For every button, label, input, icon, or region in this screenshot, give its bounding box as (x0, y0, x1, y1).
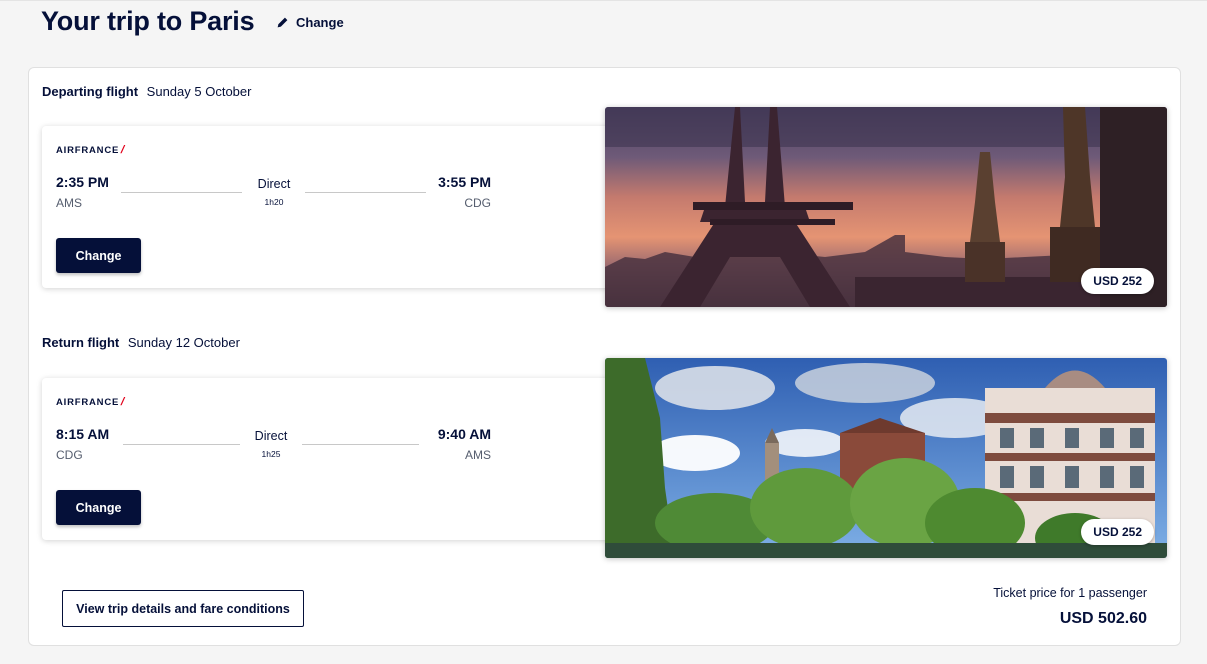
view-trip-details-button[interactable]: View trip details and fare conditions (62, 590, 304, 627)
amsterdam-photo: USD 252 (605, 358, 1167, 558)
paris-photo: USD 252 (605, 107, 1167, 307)
arrival-time: 3:55 PM (438, 174, 491, 190)
arrival-airport: AMS (464, 448, 491, 462)
pencil-icon (277, 17, 288, 28)
stops-label: Direct (257, 177, 291, 191)
route-line-left (121, 192, 242, 193)
ticket-total-price: USD 502.60 (1059, 610, 1147, 627)
page-title: Your trip to Paris (41, 6, 255, 36)
route-line-right (302, 444, 419, 445)
flight-duration: 1h25 (261, 449, 281, 459)
change-destination-link[interactable]: Change (276, 15, 344, 30)
trip-summary-card: Departing flight Sunday 5 October AIRFRA… (28, 67, 1181, 646)
departing-date: Sunday 5 October (146, 84, 252, 99)
flight-duration: 1h20 (264, 197, 284, 207)
return-date: Sunday 12 October (127, 335, 240, 350)
departing-label: Departing flight (42, 84, 139, 99)
departing-price-badge: USD 252 (1081, 268, 1154, 294)
departure-airport: CDG (56, 448, 83, 462)
airline-name: AIRFRANCE (56, 144, 120, 156)
airline-name: AIRFRANCE (56, 396, 120, 408)
return-label: Return flight (42, 335, 120, 350)
departing-heading: Departing flight Sunday 5 October (42, 84, 251, 99)
ticket-price-label: Ticket price for 1 passenger (993, 586, 1147, 600)
change-destination-label: Change (296, 15, 344, 30)
change-departing-button[interactable]: Change (56, 238, 141, 273)
airline-slash-icon: / (119, 144, 127, 156)
departure-time: 8:15 AM (56, 426, 110, 442)
departing-flight-box: AIRFRANCE / 2:35 PM AMS Direct 1h20 3:55… (42, 126, 622, 288)
top-divider (0, 0, 1207, 1)
airline-logo: AIRFRANCE / (56, 144, 127, 156)
arrival-airport: CDG (464, 196, 491, 210)
return-flight-box: AIRFRANCE / 8:15 AM CDG Direct 1h25 9:40… (42, 378, 622, 540)
departure-airport: AMS (56, 196, 83, 210)
airline-slash-icon: / (119, 396, 127, 408)
route-line-right (305, 192, 426, 193)
arrival-time: 9:40 AM (437, 426, 491, 442)
change-return-button[interactable]: Change (56, 490, 141, 525)
airline-logo: AIRFRANCE / (56, 396, 127, 408)
route-line-left (123, 444, 240, 445)
stops-label: Direct (254, 429, 288, 443)
return-price-badge: USD 252 (1081, 519, 1154, 545)
return-heading: Return flight Sunday 12 October (42, 335, 240, 350)
departure-time: 2:35 PM (56, 174, 109, 190)
